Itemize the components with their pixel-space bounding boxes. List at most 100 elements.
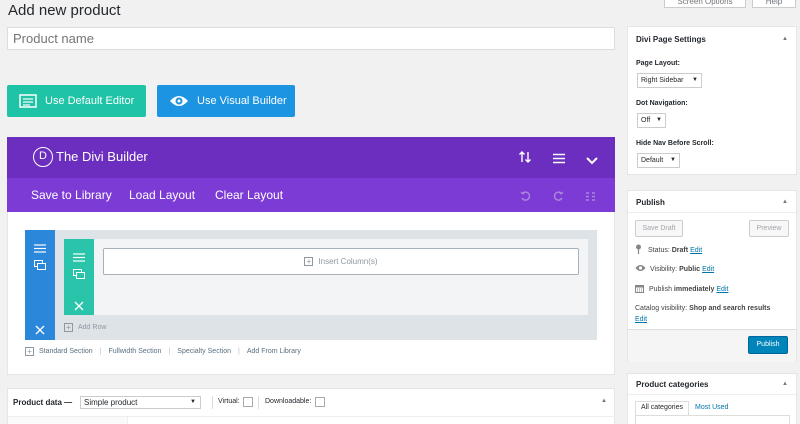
undo-icon[interactable] — [520, 189, 531, 207]
status-value: Draft — [671, 246, 689, 254]
preview-button[interactable]: Preview — [749, 220, 789, 237]
divider: | — [237, 348, 240, 355]
visual-builder-label: Use Visual Builder — [197, 95, 287, 107]
chevron-down-icon[interactable] — [586, 152, 598, 170]
collapse-caret-icon[interactable]: ▲ — [782, 36, 788, 42]
section-handle[interactable] — [25, 230, 55, 340]
tab-all-categories[interactable]: All categories — [635, 401, 689, 415]
status-label: Status: — [648, 246, 670, 254]
eye-icon — [635, 264, 646, 274]
page-title: Add new product — [8, 2, 121, 19]
divi-logo: D — [33, 147, 53, 167]
visibility-label: Visibility: — [650, 265, 678, 273]
redo-icon[interactable] — [553, 189, 564, 207]
edit-publish-date-link[interactable]: Edit — [716, 286, 728, 293]
divider — [628, 212, 796, 213]
specialty-section-link[interactable]: Specialty Section — [177, 348, 231, 355]
product-categories-panel: Product categories ▲ All categories Most… — [627, 373, 797, 424]
product-name-input[interactable] — [7, 27, 615, 50]
publish-button[interactable]: Publish — [748, 336, 788, 354]
divi-toolbar: Save to Library Load Layout Clear Layout — [7, 178, 615, 212]
add-row-button[interactable]: + Add Row — [64, 323, 106, 332]
product-data-label: Product data — — [13, 398, 73, 407]
divi-page-settings-panel: Divi Page Settings ▲ Page Layout: Right … — [627, 26, 797, 175]
save-draft-button[interactable]: Save Draft — [635, 220, 683, 237]
caret-down-icon: ▼ — [670, 157, 676, 163]
collapse-caret-icon[interactable]: ▲ — [782, 199, 788, 205]
visibility-row: Visibility: Public Edit — [635, 264, 714, 274]
divider — [212, 396, 213, 409]
insert-columns-button[interactable]: + Insert Column(s) — [103, 248, 579, 275]
clear-layout-link[interactable]: Clear Layout — [215, 188, 283, 202]
plus-icon: + — [25, 347, 34, 356]
downloadable-label: Downloadable: — [265, 398, 312, 405]
caret-down-icon: ▼ — [190, 399, 196, 405]
screen-options-button[interactable]: Screen Options — [664, 0, 746, 8]
product-data-tabs — [8, 417, 128, 424]
page-layout-label: Page Layout: — [636, 60, 680, 67]
hide-nav-label: Hide Nav Before Scroll: — [636, 140, 714, 147]
save-to-library-link[interactable]: Save to Library — [31, 188, 112, 202]
catalog-visibility-row: Catalog visibility: Shop and search resu… — [635, 305, 770, 312]
hide-nav-value: Default — [641, 157, 664, 164]
section-links: + Standard Section | Fullwidth Section |… — [25, 347, 301, 356]
section-duplicate-icon[interactable] — [34, 257, 46, 275]
use-visual-builder-button[interactable]: Use Visual Builder — [157, 85, 295, 117]
dot-navigation-select[interactable]: Off ▼ — [637, 113, 666, 128]
fullwidth-section-link[interactable]: Fullwidth Section — [109, 348, 162, 355]
status-row: Status: Draft Edit — [635, 244, 702, 256]
caret-down-icon: ▼ — [692, 77, 698, 83]
hide-nav-select[interactable]: Default ▼ — [637, 153, 680, 168]
product-type-value: Simple product — [84, 398, 138, 407]
row-menu-icon[interactable] — [73, 249, 85, 267]
row-handle[interactable] — [64, 239, 94, 315]
section-delete-icon[interactable] — [35, 322, 45, 340]
publish-title: Publish — [636, 198, 665, 207]
publish-date-value: immediately — [673, 286, 715, 293]
virtual-checkbox[interactable] — [243, 397, 253, 407]
eye-icon — [169, 94, 189, 108]
load-layout-link[interactable]: Load Layout — [129, 188, 195, 202]
divider: | — [168, 348, 171, 355]
product-type-select[interactable]: Simple product ▼ — [80, 396, 201, 409]
divi-builder-title: The Divi Builder — [56, 149, 148, 164]
page-layout-select[interactable]: Right Sidebar ▼ — [637, 73, 702, 88]
sort-icon[interactable] — [518, 150, 532, 169]
collapse-caret-icon[interactable]: ▲ — [782, 381, 788, 387]
publish-date-row: Publish immediately Edit — [635, 284, 728, 295]
divi-settings-title: Divi Page Settings — [636, 35, 706, 44]
collapse-caret-icon[interactable]: ▲ — [601, 398, 607, 404]
section-menu-icon[interactable] — [34, 240, 46, 258]
divider — [628, 394, 796, 395]
calendar-icon — [635, 284, 644, 295]
catalog-visibility-label: Catalog visibility: — [635, 305, 688, 312]
row-delete-icon[interactable] — [74, 298, 84, 316]
catalog-visibility-value: Shop and search results — [689, 305, 771, 312]
help-button[interactable]: Help — [752, 0, 796, 8]
product-categories-title: Product categories — [636, 380, 709, 389]
default-editor-label: Use Default Editor — [45, 95, 135, 107]
insert-columns-label: Insert Column(s) — [318, 257, 378, 266]
categories-list[interactable] — [635, 415, 790, 424]
visibility-value: Public — [679, 265, 701, 273]
add-from-library-link[interactable]: Add From Library — [247, 348, 301, 355]
history-icon[interactable] — [585, 189, 596, 207]
downloadable-checkbox[interactable] — [315, 397, 325, 407]
plus-icon: + — [304, 257, 314, 266]
divider — [258, 396, 259, 409]
menu-icon[interactable] — [553, 151, 565, 169]
edit-visibility-link[interactable]: Edit — [702, 266, 714, 273]
edit-status-link[interactable]: Edit — [690, 247, 702, 254]
use-default-editor-button[interactable]: Use Default Editor — [7, 85, 146, 117]
add-row-label: Add Row — [78, 324, 107, 331]
divi-builder-header: D The Divi Builder — [7, 137, 615, 178]
dot-navigation-label: Dot Navigation: — [636, 100, 688, 107]
caret-down-icon: ▼ — [656, 117, 662, 123]
edit-catalog-visibility-link[interactable]: Edit — [635, 316, 647, 323]
publish-date-label: Publish — [649, 286, 672, 293]
tab-most-used[interactable]: Most Used — [695, 404, 728, 411]
standard-section-link[interactable]: Standard Section — [39, 348, 93, 355]
divider: | — [99, 348, 102, 355]
row-duplicate-icon[interactable] — [73, 266, 85, 284]
plus-icon: + — [64, 323, 73, 332]
